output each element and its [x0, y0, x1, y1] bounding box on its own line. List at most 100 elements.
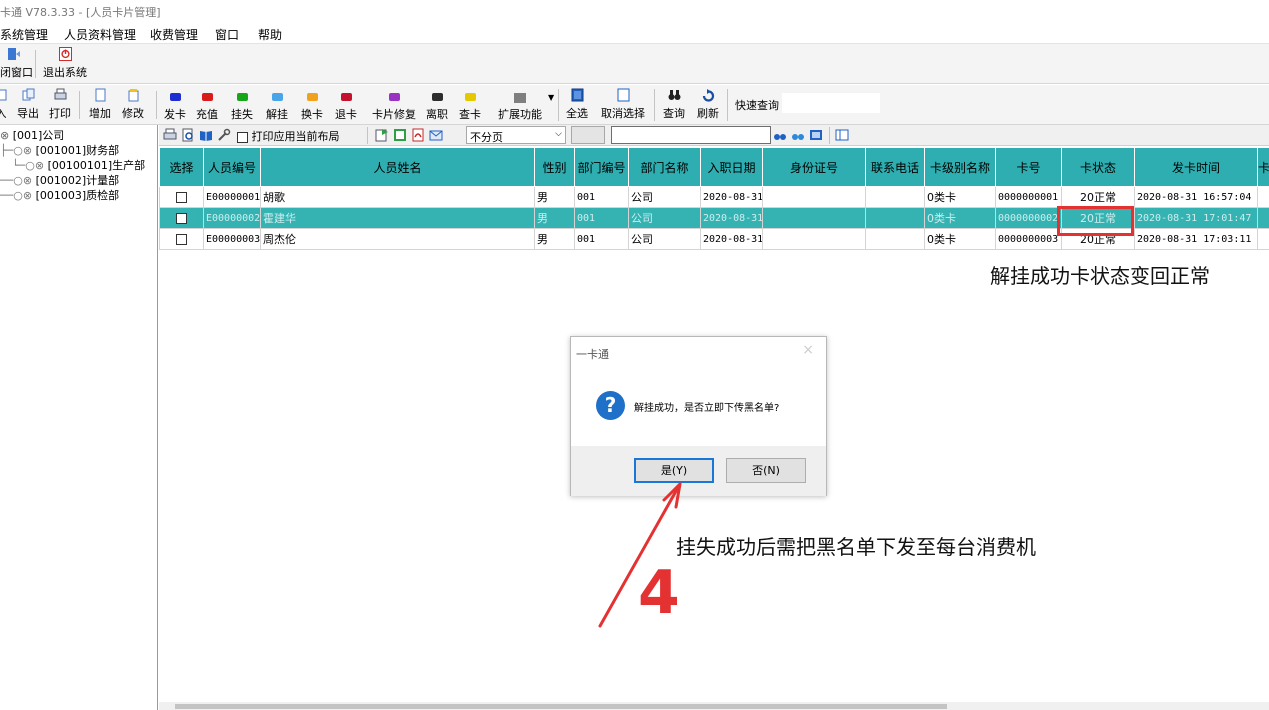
spreadsheet-icon[interactable]: [393, 128, 407, 142]
tree-node-icon: ⊗: [0, 129, 13, 142]
scrollbar-thumb[interactable]: [175, 704, 947, 709]
card-color-icon: [169, 93, 181, 101]
filter-icon[interactable]: [809, 128, 823, 142]
edit-button[interactable]: 修改: [118, 87, 148, 123]
quick-search-input[interactable]: [782, 93, 880, 113]
find-next-icon[interactable]: [791, 128, 805, 142]
column-header-gender[interactable]: 性别: [534, 147, 575, 187]
pdf-icon[interactable]: [411, 128, 425, 142]
email-icon[interactable]: [429, 128, 443, 142]
toolbar-divider: [829, 127, 830, 144]
blank-field[interactable]: [571, 126, 605, 144]
issue-card-button[interactable]: 发卡: [159, 87, 191, 123]
menu-help[interactable]: 帮助: [258, 26, 282, 43]
deselect-button[interactable]: 取消选择: [598, 87, 648, 123]
menu-personnel[interactable]: 人员资料管理: [64, 26, 136, 43]
export-button[interactable]: 导出: [14, 87, 42, 123]
print-preview-icon[interactable]: [181, 128, 195, 142]
column-header-issue-time[interactable]: 发卡时间: [1134, 147, 1258, 187]
column-header-card-no[interactable]: 卡号: [995, 147, 1062, 187]
column-settings-icon[interactable]: [835, 128, 849, 142]
close-window-button[interactable]: 闭窗口: [0, 46, 33, 82]
return-card-button[interactable]: 退卡: [330, 87, 362, 123]
cell-phone: [865, 228, 925, 250]
tree-node-icon: ──○⊗: [0, 189, 36, 202]
recharge-button[interactable]: 充值: [191, 87, 223, 123]
add-button[interactable]: 增加: [86, 87, 114, 123]
tree-node-finance[interactable]: ├─○⊗ [001001]财务部: [0, 142, 119, 158]
column-header-more[interactable]: 卡: [1257, 147, 1269, 187]
tree-node-company[interactable]: ⊗ [001]公司: [0, 127, 64, 143]
import-button[interactable]: 入: [0, 87, 10, 123]
query-button[interactable]: 查询: [659, 87, 689, 123]
row-select-checkbox[interactable]: [159, 186, 204, 208]
column-header-hire-date[interactable]: 入职日期: [700, 147, 763, 187]
annotation-blacklist-note: 挂失成功后需把黑名单下发至每台消费机: [676, 535, 1036, 559]
cell-card-no: 0000000003: [995, 228, 1062, 250]
cell-phone: [865, 186, 925, 208]
cell-name: 胡歌: [260, 186, 535, 208]
column-header-phone[interactable]: 联系电话: [865, 147, 925, 187]
row-select-checkbox[interactable]: [159, 207, 204, 229]
cell-person-id: E00000002: [203, 207, 261, 229]
extended-functions-button[interactable]: 扩展功能: [492, 87, 548, 123]
close-icon[interactable]: ×: [802, 342, 814, 358]
select-all-button[interactable]: 全选: [562, 87, 592, 123]
tree-node-quality[interactable]: ──○⊗ [001003]质检部: [0, 187, 119, 203]
extended-dropdown-arrow-icon[interactable]: ▼: [548, 93, 554, 102]
tree-node-metrology[interactable]: ──○⊗ [001002]计量部: [0, 172, 119, 188]
toolbar-divider: [79, 91, 80, 119]
cell-hire-date: 2020-08-31: [700, 228, 763, 250]
column-header-select[interactable]: 选择: [159, 147, 204, 187]
print-button[interactable]: 打印: [46, 87, 74, 123]
annotation-status-restored: 解挂成功卡状态变回正常: [990, 264, 1210, 288]
horizontal-scrollbar[interactable]: [159, 702, 1269, 710]
row-select-checkbox[interactable]: [159, 228, 204, 250]
column-header-dept-id[interactable]: 部门编号: [574, 147, 629, 187]
table-row[interactable]: E00000001 胡歌 男 001 公司 2020-08-31 0类卡 000…: [159, 186, 1269, 208]
check-card-button[interactable]: 查卡: [454, 87, 486, 123]
tree-node-production[interactable]: └─○⊗ [00100101]生产部: [12, 157, 145, 173]
refresh-button[interactable]: 刷新: [693, 87, 723, 123]
cell-more: [1257, 207, 1269, 229]
column-header-card-level[interactable]: 卡级别名称: [924, 147, 996, 187]
cell-id-number: [762, 186, 866, 208]
paging-select[interactable]: 不分页 ⌵: [466, 126, 566, 144]
column-header-card-status[interactable]: 卡状态: [1061, 147, 1135, 187]
no-button[interactable]: 否(N): [726, 458, 806, 483]
cell-gender: 男: [534, 186, 575, 208]
menu-system[interactable]: 系统管理: [0, 26, 48, 43]
column-header-name[interactable]: 人员姓名: [260, 147, 535, 187]
grid-search-input[interactable]: [611, 126, 771, 144]
tools-icon[interactable]: [217, 128, 231, 142]
resign-button[interactable]: 离职: [421, 87, 453, 123]
cell-dept-name: 公司: [628, 228, 701, 250]
cell-dept-id: 001: [574, 186, 629, 208]
menu-window[interactable]: 窗口: [215, 26, 239, 43]
exit-system-button[interactable]: 退出系统: [42, 46, 88, 82]
column-header-dept-name[interactable]: 部门名称: [628, 147, 701, 187]
report-loss-button[interactable]: 挂失: [226, 87, 258, 123]
column-header-id-number[interactable]: 身份证号: [762, 147, 866, 187]
print-icon: [54, 88, 66, 100]
menu-charges[interactable]: 收费管理: [150, 26, 198, 43]
card-color-icon: [340, 93, 352, 101]
print-icon[interactable]: [163, 128, 177, 142]
replace-card-button[interactable]: 换卡: [296, 87, 328, 123]
cell-card-level: 0类卡: [924, 186, 996, 208]
find-icon[interactable]: [773, 128, 787, 142]
export-excel-icon[interactable]: [375, 128, 389, 142]
checkbox-icon: [176, 213, 187, 224]
card-repair-button[interactable]: 卡片修复: [369, 87, 419, 123]
card-color-icon: [388, 93, 400, 101]
cell-gender: 男: [534, 207, 575, 229]
top-toolbar: 闭窗口 退出系统: [0, 44, 1269, 84]
select-all-icon: [571, 88, 583, 102]
book-icon[interactable]: [199, 128, 213, 142]
cell-phone: [865, 207, 925, 229]
cell-more: [1257, 186, 1269, 208]
question-icon: ?: [596, 391, 625, 420]
print-layout-checkbox[interactable]: 打印应用当前布局: [237, 128, 340, 144]
column-header-person-id[interactable]: 人员编号: [203, 147, 261, 187]
cancel-loss-button[interactable]: 解挂: [261, 87, 293, 123]
